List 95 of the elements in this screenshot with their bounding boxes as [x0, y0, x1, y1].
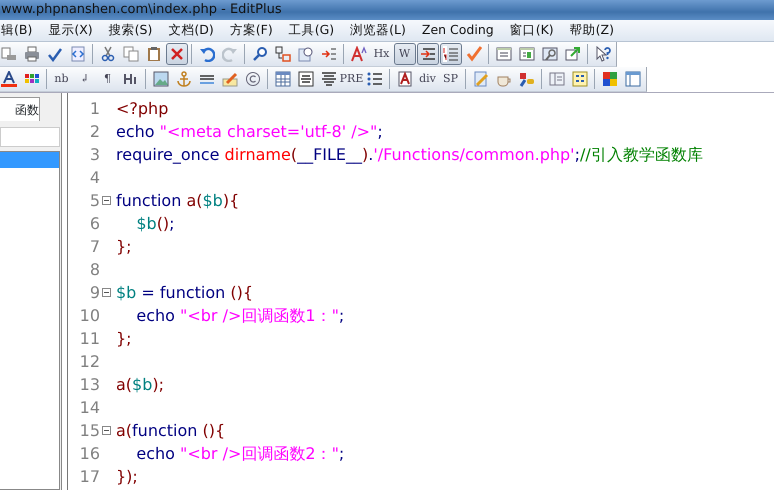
- code-page-icon: [70, 46, 86, 62]
- font-size-icon: [350, 46, 366, 62]
- code-line: });: [115, 466, 138, 488]
- form-icon: [572, 71, 588, 87]
- color-grid-icon: [602, 71, 618, 87]
- copy-icon: [122, 46, 138, 62]
- heading-icon: [122, 71, 138, 87]
- search-icon: [252, 46, 268, 62]
- toolbar-button[interactable]: PRE: [340, 68, 362, 90]
- line-number: 5: [88, 190, 100, 212]
- code-line: };: [115, 236, 132, 258]
- check-icon: [466, 46, 482, 62]
- code-line: a(function (){: [115, 420, 226, 442]
- window-icon: [624, 71, 640, 87]
- toolbar-button[interactable]: ¶: [96, 68, 118, 90]
- align-lines-icon: [320, 71, 336, 87]
- line-number: 10: [78, 304, 100, 326]
- list-icon: [366, 71, 382, 87]
- code-line: require_once dirname(__FILE__).'/Functions/common.php';//引入教学函数库: [115, 144, 703, 166]
- code-line: a($b);: [115, 374, 164, 396]
- line-number: 1: [88, 98, 100, 120]
- arrow-window-icon: [564, 46, 580, 62]
- grid-window-icon: [518, 46, 534, 62]
- line-number: 4: [88, 166, 100, 188]
- redo-icon: [222, 46, 238, 62]
- align-center-icon: [298, 71, 314, 87]
- toolbar-button[interactable]: [416, 43, 438, 65]
- clipboard-icon: [146, 46, 162, 62]
- menu-item[interactable]: 方案(F): [222, 21, 281, 40]
- shapes-icon: [518, 71, 534, 87]
- font-color-icon: [0, 71, 16, 87]
- line-number: 13: [78, 374, 100, 396]
- toolbar-button[interactable]: div: [416, 68, 438, 90]
- image-icon: [152, 71, 168, 87]
- code-line: echo "<br />回调函数1：";: [135, 304, 344, 326]
- line-number: 6: [88, 212, 100, 234]
- search-field[interactable]: [0, 127, 60, 147]
- line-number: 7: [88, 236, 100, 258]
- font-page-icon: [396, 71, 412, 87]
- list-window-icon: [496, 46, 512, 62]
- line-number: 9: [88, 282, 100, 304]
- menu-item[interactable]: 浏览器(L): [342, 21, 414, 40]
- collapse-icon[interactable]: [102, 426, 110, 435]
- pencil-icon: [222, 71, 238, 87]
- toolbar-button[interactable]: ↲: [74, 68, 96, 90]
- printer-icon: [24, 46, 40, 62]
- functions-tab[interactable]: 函数: [0, 97, 40, 121]
- code-line: $b = function (){: [115, 282, 254, 304]
- copyright-icon: [244, 71, 260, 87]
- replace-icon: [274, 46, 290, 62]
- code-line: <?php: [115, 98, 168, 120]
- menu-item[interactable]: 辑(B): [0, 21, 40, 40]
- page-printer-icon: [0, 46, 16, 62]
- page-pencil-icon: [472, 71, 488, 87]
- line-number: 15: [78, 420, 100, 442]
- line-number: 14: [78, 396, 100, 418]
- code-line: };: [115, 328, 132, 350]
- pointer-help-icon: [594, 46, 610, 62]
- frame-icon: [548, 71, 564, 87]
- anchor-icon: [176, 71, 192, 87]
- collapse-icon[interactable]: [102, 196, 110, 205]
- line-number: 8: [88, 258, 100, 280]
- collapse-icon[interactable]: [102, 288, 110, 297]
- menu-item[interactable]: Zen Coding: [414, 21, 502, 40]
- line-number: 11: [78, 328, 100, 350]
- toolbar-button[interactable]: nb: [50, 68, 72, 90]
- menu-item[interactable]: 显示(X): [40, 21, 101, 40]
- line-number: 16: [78, 442, 100, 464]
- toolbar-button[interactable]: SP: [440, 68, 462, 90]
- toolbar-button[interactable]: [0, 68, 20, 90]
- line-number-icon: [442, 46, 458, 62]
- line-number: 12: [78, 350, 100, 372]
- undo-icon: [198, 46, 214, 62]
- menu-item[interactable]: 工具(G): [280, 21, 342, 40]
- menu-item[interactable]: 窗口(K): [502, 21, 562, 40]
- line-number: 17: [78, 466, 100, 488]
- table-icon: [274, 71, 290, 87]
- window-title: www.phpnanshen.com\index.php - EditPlus: [1, 1, 282, 20]
- code-line: $b();: [135, 212, 175, 234]
- code-line: echo "<br />回调函数2：";: [135, 442, 344, 464]
- menu-item[interactable]: 搜索(S): [100, 21, 160, 40]
- menu-item[interactable]: 文档(D): [160, 21, 222, 40]
- toolbar-button[interactable]: W: [394, 43, 416, 65]
- line-number: 2: [88, 120, 100, 142]
- toolbar-button[interactable]: Hx: [370, 43, 392, 65]
- magnifier-page-icon: [298, 46, 314, 62]
- line-number: 3: [88, 144, 100, 166]
- code-line: echo "<meta charset='utf-8' />";: [115, 120, 383, 142]
- code-line: function a($b){: [115, 190, 240, 212]
- goto-line-icon: [320, 46, 336, 62]
- scissors-icon: [100, 46, 116, 62]
- menu-item[interactable]: 帮助(Z): [562, 21, 622, 40]
- toolbar-button[interactable]: [440, 43, 462, 65]
- close-icon: [168, 46, 184, 62]
- indent-icon: [420, 46, 436, 62]
